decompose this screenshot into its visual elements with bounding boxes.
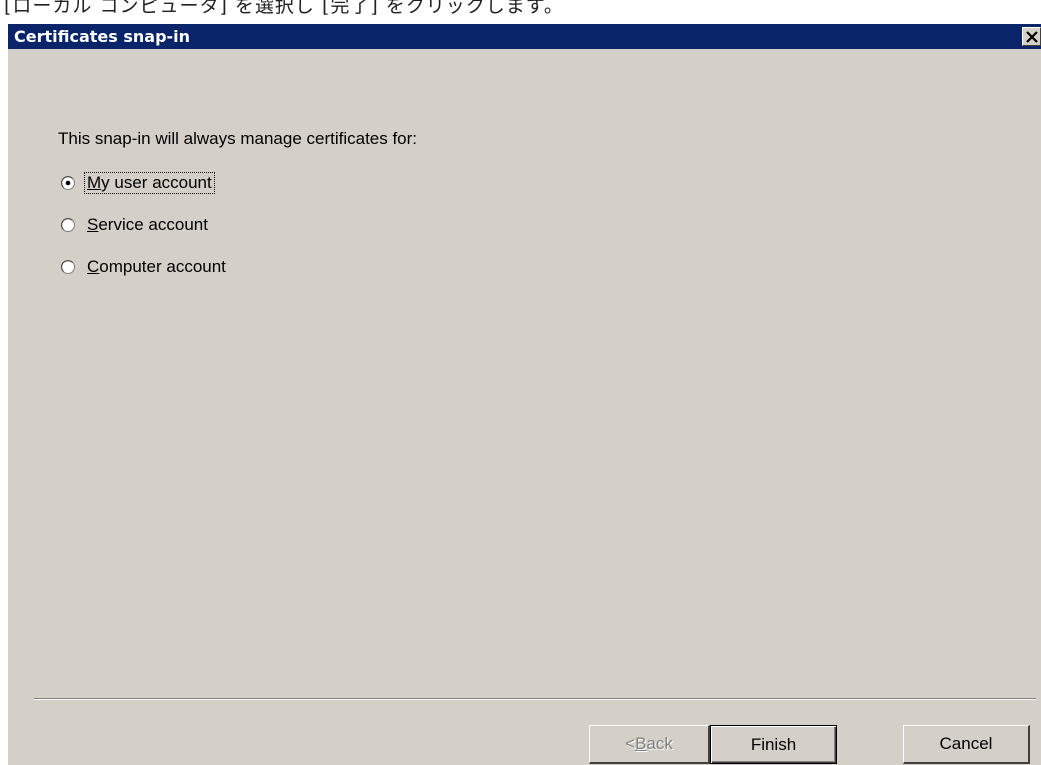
radio-service-account[interactable]: Service account: [60, 214, 210, 236]
radio-unchecked-icon: [60, 259, 76, 275]
instruction-caption-text: [ローカル コンピュータ] を選択し [完了] をクリックします。: [4, 0, 564, 17]
close-button[interactable]: [1022, 27, 1041, 46]
radio-checked-icon: [60, 175, 76, 191]
title-bar: Certificates snap-in: [8, 24, 1041, 49]
instruction-caption: [ローカル コンピュータ] を選択し [完了] をクリックします。: [0, 0, 1041, 24]
finish-button[interactable]: Finish: [710, 725, 837, 764]
back-button[interactable]: < Back: [589, 725, 710, 764]
button-separator: [34, 698, 1036, 700]
window-title: Certificates snap-in: [14, 27, 191, 46]
radio-unchecked-icon: [60, 217, 76, 233]
prompt-label: This snap-in will always manage certific…: [58, 129, 418, 148]
radio-label-computer-account: Computer account: [87, 257, 226, 276]
radio-my-user-account[interactable]: My user account: [60, 172, 215, 194]
radio-label-my-user-account: My user account: [84, 172, 215, 194]
radio-computer-account[interactable]: Computer account: [60, 256, 228, 278]
cancel-button[interactable]: Cancel: [903, 725, 1030, 764]
radio-label-service-account: Service account: [87, 215, 208, 234]
certificates-snapin-dialog: Certificates snap-in This snap-in will a…: [8, 24, 1041, 765]
close-x-icon: [1026, 31, 1038, 43]
dialog-content: This snap-in will always manage certific…: [8, 49, 1041, 765]
